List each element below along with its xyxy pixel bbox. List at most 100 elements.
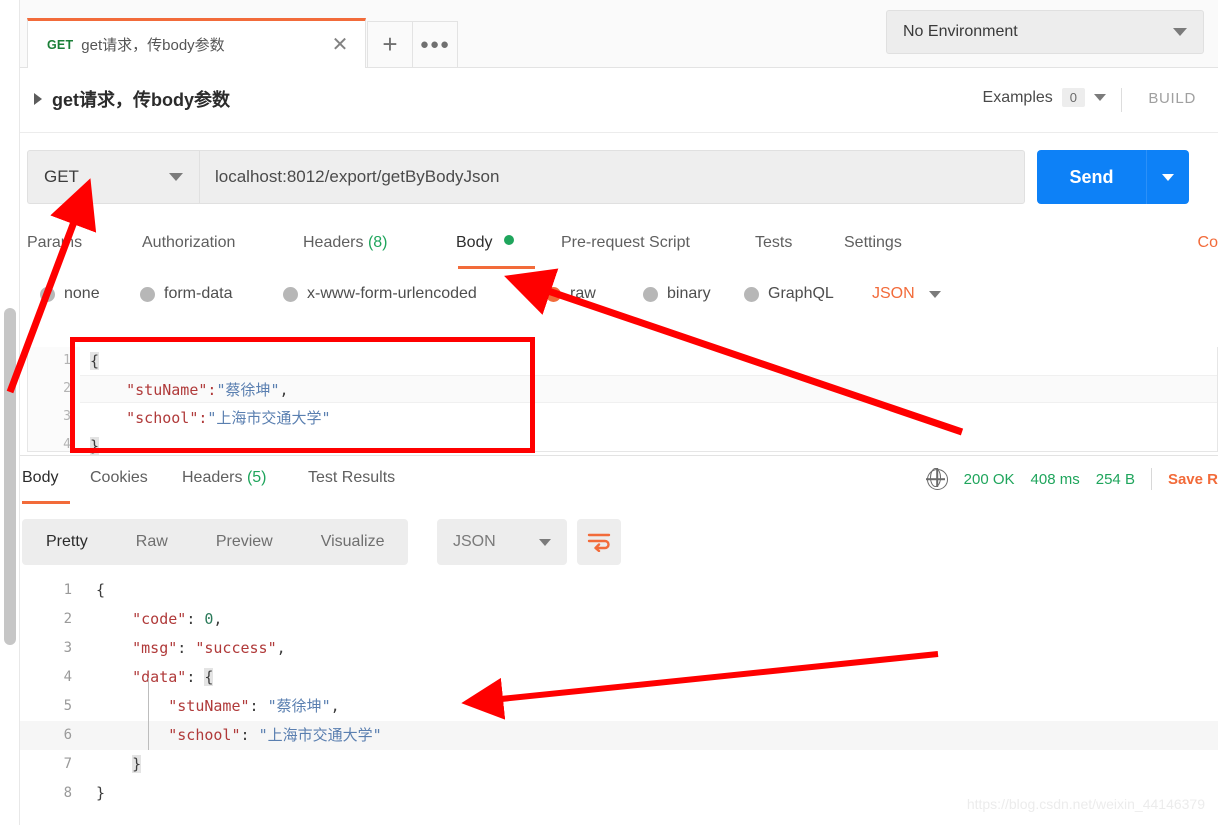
- code-link[interactable]: Co: [1198, 234, 1218, 252]
- tab-params[interactable]: Params: [27, 234, 82, 252]
- request-tab-active[interactable]: GET get请求，传body参数 ✕: [27, 18, 366, 68]
- response-line-number: 1: [63, 582, 72, 598]
- request-name: get请求，传body参数: [52, 90, 230, 110]
- body-type-raw[interactable]: raw: [546, 285, 596, 303]
- tab-body-underline: [458, 266, 535, 269]
- left-rail: [0, 133, 20, 825]
- body-type-options: none form-data x-www-form-urlencoded raw…: [0, 285, 1218, 323]
- segment-raw[interactable]: Raw: [112, 519, 192, 565]
- response-tab-test-results-label: Test Results: [308, 469, 396, 486]
- tab-body-label: Body: [456, 234, 493, 251]
- environment-value: No Environment: [903, 23, 1018, 40]
- watermark: https://blog.csdn.net/weixin_44146379: [966, 796, 1205, 812]
- examples-control[interactable]: Examples 0: [983, 88, 1106, 107]
- tab-pre-request-script[interactable]: Pre-request Script: [561, 234, 690, 252]
- tab-params-label: Params: [27, 234, 83, 251]
- response-view-segments: Pretty Raw Preview Visualize: [22, 519, 409, 565]
- triangle-right-icon[interactable]: [34, 93, 42, 105]
- ellipsis-icon[interactable]: ●●●: [412, 21, 458, 68]
- tab-tests[interactable]: Tests: [755, 234, 792, 252]
- chevron-down-icon: [1173, 28, 1187, 36]
- vertical-scrollbar[interactable]: [4, 308, 16, 645]
- response-status: 200 OK: [963, 470, 1015, 488]
- response-line-number: 8: [63, 785, 72, 801]
- request-body-line-number: 1: [63, 353, 71, 368]
- response-line-number: 6: [63, 727, 72, 743]
- body-type-urlencoded[interactable]: x-www-form-urlencoded: [283, 285, 477, 303]
- body-type-none[interactable]: none: [40, 285, 100, 303]
- tab-headers-count: (8): [367, 234, 388, 251]
- url-input[interactable]: localhost:8012/export/getByBodyJson: [199, 150, 1025, 204]
- response-line: "stuName": "蔡徐坤",: [96, 697, 340, 715]
- send-button[interactable]: Send: [1037, 167, 1146, 188]
- response-line: "code": 0,: [96, 610, 223, 628]
- tab-settings[interactable]: Settings: [844, 234, 902, 252]
- build-button[interactable]: BUILD: [1148, 90, 1196, 107]
- response-toolbar: Pretty Raw Preview Visualize JSON: [0, 512, 1218, 574]
- request-body-line: "stuName":"蔡徐坤",: [80, 375, 1217, 403]
- response-tab-test-results[interactable]: Test Results: [308, 469, 395, 487]
- request-body-editor[interactable]: 1 2 3 4 { "stuName":"蔡徐坤", "school":"上海市…: [27, 347, 1218, 455]
- body-type-graphql[interactable]: GraphQL: [744, 285, 834, 303]
- tab-tests-label: Tests: [755, 234, 793, 251]
- header-divider: [1121, 88, 1122, 112]
- code-fold-guide: [148, 678, 149, 750]
- body-type-form-data-label: form-data: [164, 285, 233, 302]
- word-wrap-glyph: [587, 533, 611, 552]
- plus-icon[interactable]: +: [367, 21, 413, 68]
- body-format-selector[interactable]: JSON: [872, 285, 941, 303]
- response-line: "msg": "success",: [96, 639, 286, 657]
- tab-settings-label: Settings: [844, 234, 902, 251]
- segment-preview[interactable]: Preview: [192, 519, 297, 565]
- request-tabs: Params Authorization Headers (8) Body Pr…: [0, 223, 1218, 273]
- segment-pretty[interactable]: Pretty: [22, 519, 112, 565]
- radio-selected-icon: [546, 286, 561, 302]
- response-line-number: 7: [63, 756, 72, 772]
- radio-icon: [40, 286, 55, 302]
- close-icon[interactable]: ✕: [327, 32, 353, 58]
- tab-authorization[interactable]: Authorization: [142, 234, 235, 252]
- chevron-down-icon: [539, 538, 551, 546]
- chevron-down-icon: [169, 173, 183, 181]
- examples-label: Examples: [982, 88, 1053, 106]
- response-line: "school": "上海市交通大学": [96, 726, 382, 744]
- request-body-line: "school":"上海市交通大学": [90, 409, 331, 427]
- environment-selector[interactable]: No Environment: [886, 10, 1204, 54]
- response-line: }: [96, 784, 106, 802]
- word-wrap-icon[interactable]: [577, 519, 621, 565]
- response-body-code[interactable]: 1 { 2 "code": 0, 3 "msg": "success", 4 "…: [20, 576, 1218, 806]
- body-type-form-data[interactable]: form-data: [140, 285, 232, 303]
- tab-title-label: get请求，传body参数: [81, 37, 225, 54]
- body-type-binary-label: binary: [667, 285, 711, 302]
- tab-body[interactable]: Body: [456, 234, 514, 252]
- send-button-group[interactable]: Send: [1037, 150, 1189, 204]
- tab-strip: GET get请求，传body参数 ✕ + ●●● No Environment: [0, 0, 1218, 68]
- tab-pre-request-script-label: Pre-request Script: [561, 234, 690, 251]
- response-size: 254 B: [1095, 470, 1135, 488]
- response-line-number: 5: [63, 698, 72, 714]
- request-header-bar: get请求，传body参数 Examples 0 BUILD: [0, 68, 1218, 133]
- response-tab-body[interactable]: Body: [22, 469, 58, 487]
- response-line: {: [96, 581, 106, 599]
- tab-authorization-label: Authorization: [142, 234, 236, 251]
- request-body-line-number: 3: [63, 409, 71, 424]
- response-line-number: 3: [63, 640, 72, 656]
- body-type-binary[interactable]: binary: [643, 285, 711, 303]
- radio-icon: [744, 286, 759, 302]
- response-format-selector[interactable]: JSON: [437, 519, 567, 565]
- response-tab-cookies[interactable]: Cookies: [90, 469, 148, 487]
- response-line-number: 2: [63, 611, 72, 627]
- body-present-indicator-icon: [503, 235, 514, 245]
- url-bar-row: GET localhost:8012/export/getByBodyJson …: [0, 133, 1218, 223]
- response-line: }: [132, 755, 142, 773]
- send-options-button[interactable]: [1147, 173, 1189, 181]
- response-tab-headers[interactable]: Headers (5): [182, 469, 267, 487]
- meta-divider: [1150, 468, 1152, 490]
- save-response-button[interactable]: Save R: [1168, 471, 1218, 488]
- request-header-left-edge: [0, 68, 20, 133]
- tab-headers[interactable]: Headers (8): [303, 234, 388, 252]
- http-method-selector[interactable]: GET: [27, 150, 199, 204]
- radio-icon: [643, 286, 658, 302]
- segment-visualize[interactable]: Visualize: [297, 519, 409, 565]
- request-body-line: }: [90, 437, 100, 455]
